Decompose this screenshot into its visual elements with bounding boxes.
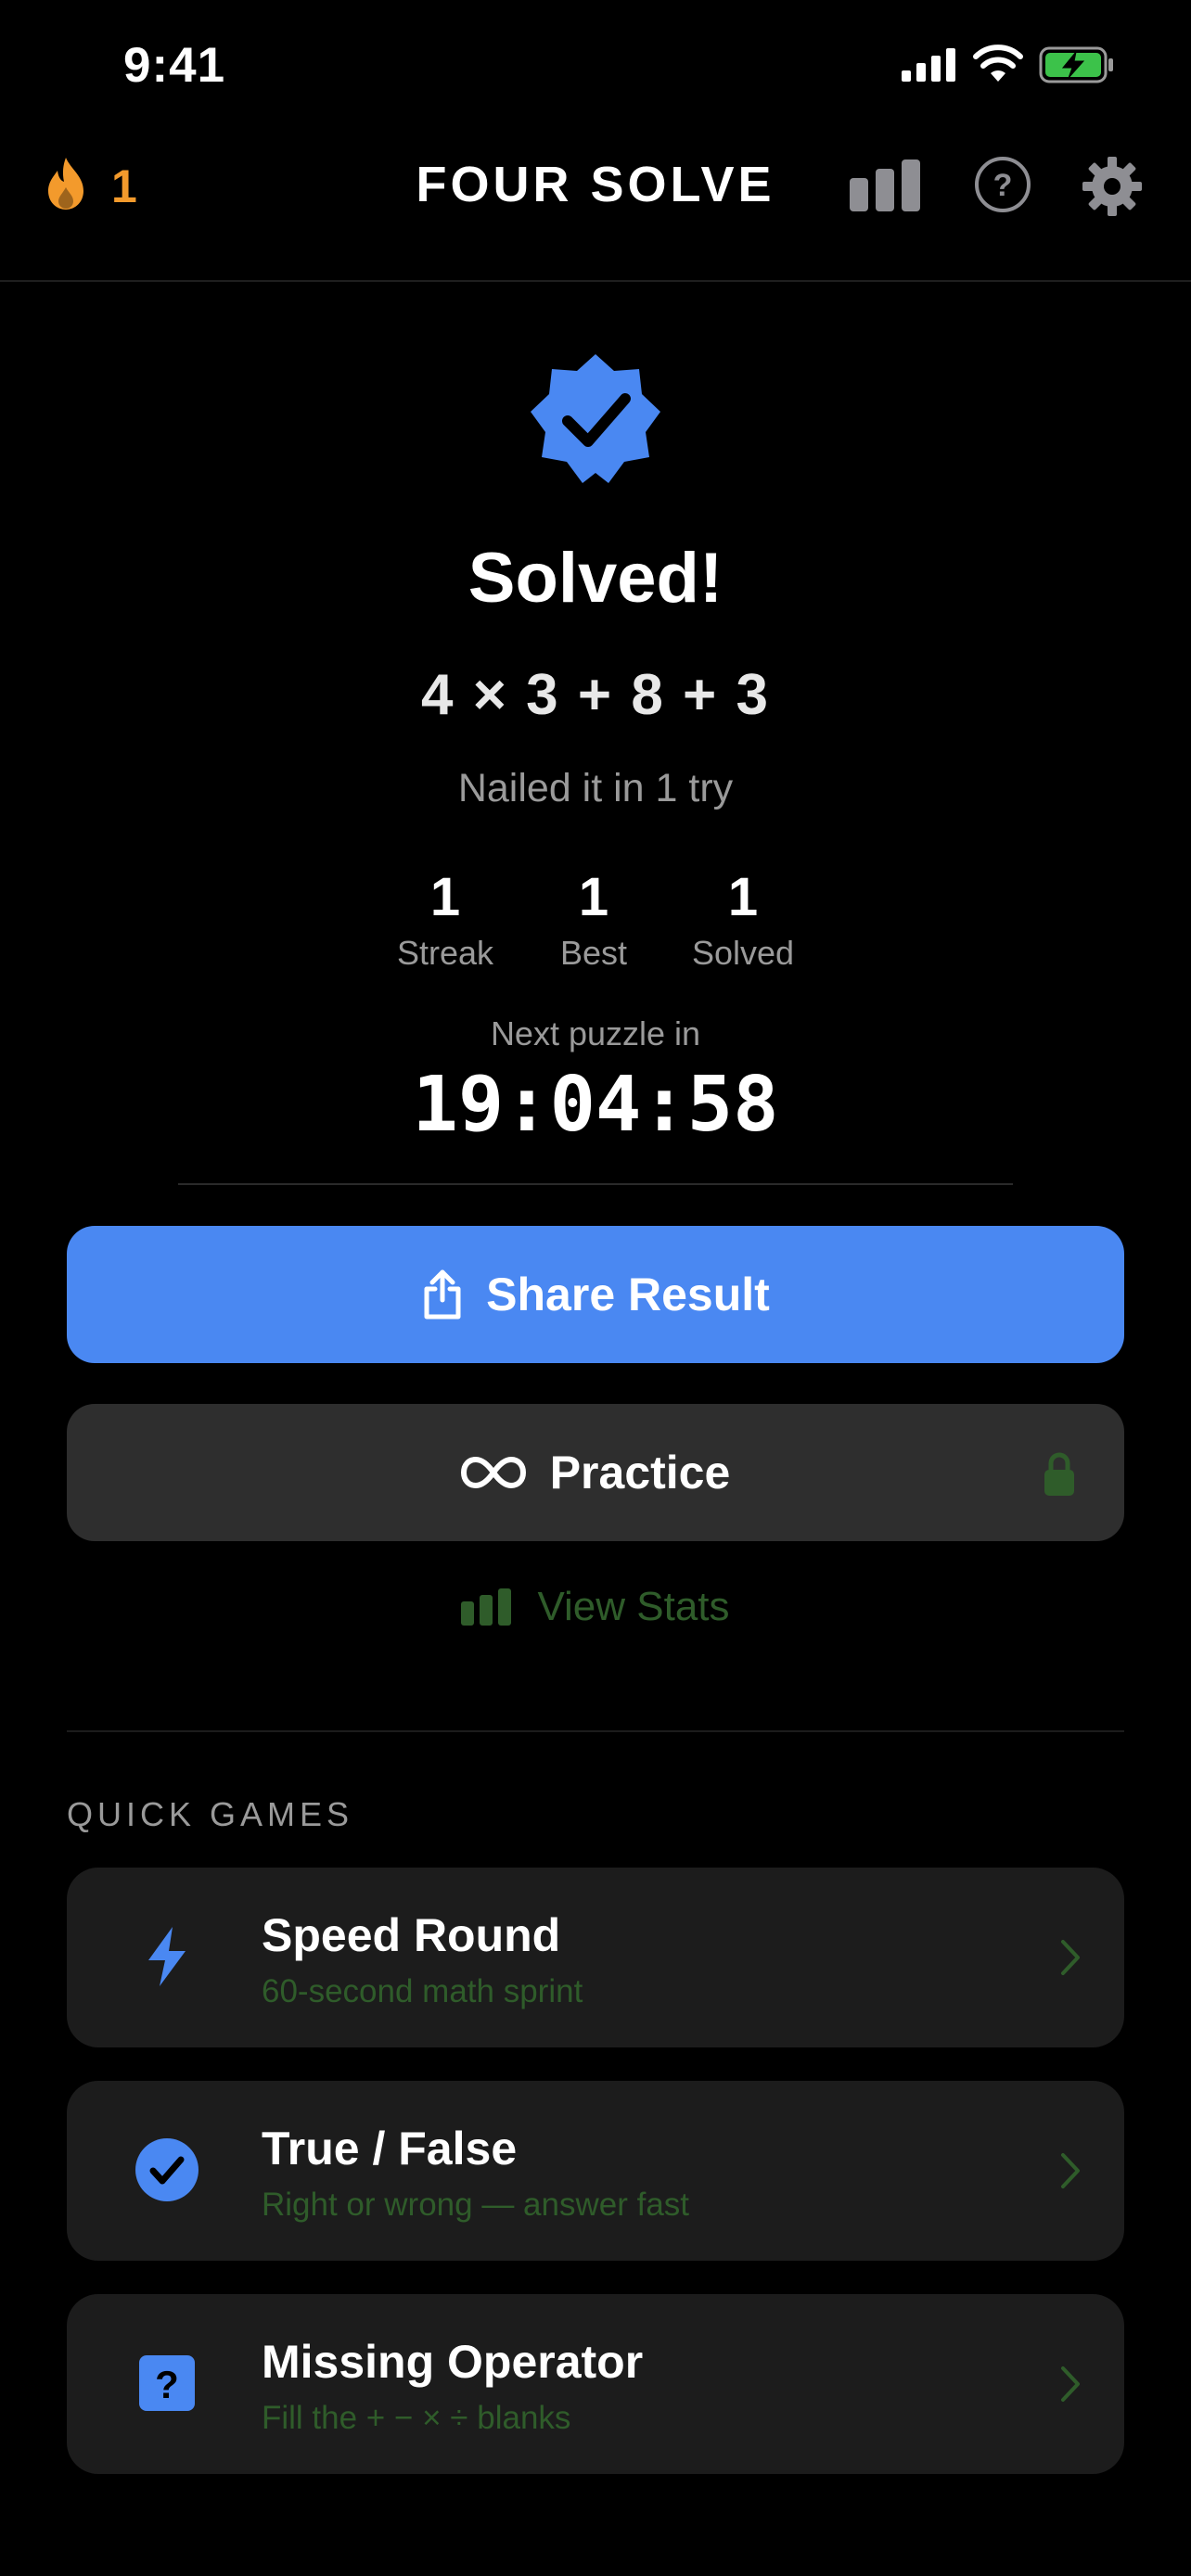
svg-text:?: ? <box>993 168 1013 203</box>
solved-title: Solved! <box>467 539 724 618</box>
stat-label: Streak <box>396 934 494 972</box>
question-square-icon: ? <box>139 2355 195 2411</box>
svg-text:?: ? <box>155 2363 179 2406</box>
stats-icon[interactable] <box>850 159 920 211</box>
game-subtitle: 60-second math sprint <box>262 1973 583 2009</box>
chevron-right-icon <box>1061 2366 1080 2402</box>
solution-equation: 4 × 3 + 8 + 3 <box>421 663 770 727</box>
help-icon[interactable]: ? <box>974 156 1031 213</box>
cellular-signal-icon <box>902 48 955 82</box>
header-divider <box>0 280 1191 282</box>
section-divider <box>67 1730 1124 1732</box>
chevron-right-icon <box>1061 2153 1080 2188</box>
gear-icon[interactable] <box>1082 156 1143 217</box>
game-card-missing-operator[interactable]: ? Missing Operator Fill the + − × ÷ blan… <box>67 2294 1124 2474</box>
stat-value: 1 <box>578 867 609 927</box>
stat-best: 1 Best <box>510 866 677 973</box>
countdown-timer: 19:04:58 <box>412 1061 779 1149</box>
chevron-right-icon <box>1061 1940 1080 1975</box>
stat-label: Best <box>559 934 628 972</box>
battery-charging-icon <box>1039 46 1113 83</box>
share-result-label: Share Result <box>486 1269 770 1320</box>
game-title: True / False <box>262 2123 518 2174</box>
view-stats-link[interactable]: View Stats <box>0 1584 1191 1630</box>
tries-text: Nailed it in 1 try <box>457 766 734 810</box>
lightning-icon <box>148 1927 186 1986</box>
lock-icon <box>1044 1452 1074 1496</box>
share-icon <box>424 1269 461 1320</box>
stat-value: 1 <box>727 867 759 927</box>
result-divider <box>178 1183 1013 1185</box>
game-subtitle: Right or wrong — answer fast <box>262 2187 690 2223</box>
bar-chart-icon <box>461 1588 512 1626</box>
view-stats-label: View Stats <box>537 1584 730 1629</box>
share-result-button[interactable]: Share Result <box>67 1226 1124 1363</box>
verified-badge-icon <box>531 354 660 483</box>
check-circle-icon <box>135 2138 198 2201</box>
stat-solved: 1 Solved <box>660 866 826 973</box>
practice-button[interactable]: Practice <box>67 1404 1124 1541</box>
infinity-icon <box>460 1456 526 1489</box>
game-subtitle: Fill the + − × ÷ blanks <box>262 2400 571 2436</box>
practice-label: Practice <box>549 1447 731 1498</box>
stat-streak: 1 Streak <box>362 866 529 973</box>
stat-label: Solved <box>691 934 795 972</box>
quick-games-title: QUICK GAMES <box>67 1795 354 1833</box>
game-title: Missing Operator <box>262 2336 644 2388</box>
game-card-true-false[interactable]: True / False Right or wrong — answer fas… <box>67 2081 1124 2261</box>
next-puzzle-label: Next puzzle in <box>490 1014 701 1052</box>
status-time: 9:41 <box>123 38 226 93</box>
wifi-icon <box>973 45 1023 82</box>
stat-value: 1 <box>429 867 461 927</box>
game-title: Speed Round <box>262 1909 561 1961</box>
game-card-speed-round[interactable]: Speed Round 60-second math sprint <box>67 1868 1124 2047</box>
